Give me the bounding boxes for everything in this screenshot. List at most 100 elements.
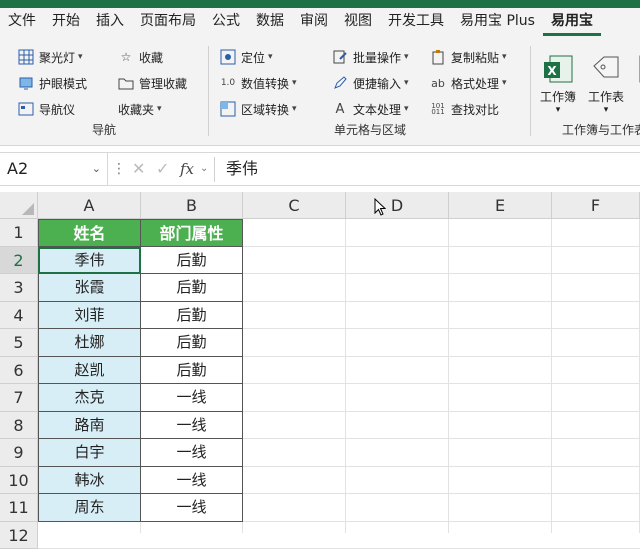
select-all-button[interactable] xyxy=(0,192,38,219)
navigator-label: 导航仪 xyxy=(39,101,75,118)
department-cell[interactable]: 后勤 xyxy=(141,357,243,385)
chevron-down-icon: ▾ xyxy=(292,78,297,88)
name-box[interactable]: A2 ⌄ xyxy=(0,153,108,186)
formula-input[interactable]: 季伟 xyxy=(226,153,258,186)
text-process-button[interactable]: A 文本处理 ▾ xyxy=(332,98,409,120)
gridline-vertical xyxy=(345,219,346,533)
name-cell[interactable]: 白宇 xyxy=(38,439,141,467)
department-cell[interactable]: 一线 xyxy=(141,494,243,522)
row-header[interactable]: 11 xyxy=(0,494,38,522)
menu-tab[interactable]: 开发工具 xyxy=(380,8,452,36)
name-cell[interactable]: 杜娜 xyxy=(38,329,141,357)
menu-tab[interactable]: 数据 xyxy=(248,8,292,36)
mouse-pointer-icon xyxy=(374,198,386,216)
locate-icon xyxy=(220,49,236,65)
department-cell[interactable]: 一线 xyxy=(141,439,243,467)
column-header-e[interactable]: E xyxy=(449,192,552,219)
ribbon-group-label: 单元格与区域 xyxy=(210,121,530,138)
row-header[interactable]: 4 xyxy=(0,302,38,330)
row-header[interactable]: 9 xyxy=(0,439,38,467)
gridline-vertical xyxy=(551,219,552,533)
row-header[interactable]: 12 xyxy=(0,522,38,549)
chevron-down-icon: ⌄ xyxy=(92,153,101,185)
row-header[interactable]: 2 xyxy=(0,247,38,275)
copy-paste-button[interactable]: 复制粘贴 ▾ xyxy=(430,46,507,68)
favorites-folder-button[interactable]: 收藏夹 ▾ xyxy=(118,98,162,120)
menu-tab[interactable]: 页面布局 xyxy=(132,8,204,36)
worksheet-button[interactable]: 工作表 ▾ xyxy=(582,46,630,115)
favorites-folder-label: 收藏夹 xyxy=(118,101,154,118)
merge-button[interactable]: 合并 xyxy=(628,46,640,105)
batch-ops-button[interactable]: 批量操作 ▾ xyxy=(332,46,409,68)
eye-care-button[interactable]: 护眼模式 xyxy=(18,72,87,94)
cancel-icon[interactable]: ✕ xyxy=(132,153,145,186)
manage-favorites-label: 管理收藏 xyxy=(139,75,187,92)
row-header[interactable]: 1 xyxy=(0,219,38,247)
confirm-icon[interactable]: ✓ xyxy=(156,153,169,186)
name-cell[interactable]: 周东 xyxy=(38,494,141,522)
department-cell[interactable]: 后勤 xyxy=(141,329,243,357)
department-cell[interactable]: 后勤 xyxy=(141,247,243,275)
menu-tab[interactable]: 公式 xyxy=(204,8,248,36)
find-compare-button[interactable]: 101011 查找对比 xyxy=(430,98,499,120)
row-header[interactable]: 5 xyxy=(0,329,38,357)
number-convert-button[interactable]: 1.0 数值转换 ▾ xyxy=(220,72,297,94)
department-cell[interactable]: 一线 xyxy=(141,467,243,495)
quick-input-button[interactable]: 便捷输入 ▾ xyxy=(332,72,409,94)
column-header-c[interactable]: C xyxy=(243,192,346,219)
navigator-button[interactable]: 导航仪 xyxy=(18,98,75,120)
row-header[interactable]: 6 xyxy=(0,357,38,385)
formula-divider xyxy=(214,157,215,182)
range-convert-button[interactable]: 区域转换 ▾ xyxy=(220,98,297,120)
more-options-icon[interactable]: ⋮ xyxy=(112,153,126,186)
chevron-down-icon: ▾ xyxy=(404,52,409,62)
menu-tab[interactable]: 审阅 xyxy=(292,8,336,36)
name-cell[interactable]: 张霞 xyxy=(38,274,141,302)
department-cell[interactable]: 一线 xyxy=(141,384,243,412)
spotlight-button[interactable]: 聚光灯 ▾ xyxy=(18,46,83,68)
locate-button[interactable]: 定位 ▾ xyxy=(220,46,273,68)
menu-tab[interactable]: 文件 xyxy=(0,8,44,36)
star-icon: ☆ xyxy=(118,49,134,65)
pencil-icon xyxy=(332,75,348,91)
column-header-a[interactable]: A xyxy=(38,192,141,219)
department-cell[interactable]: 后勤 xyxy=(141,274,243,302)
chevron-down-icon[interactable]: ⌄ xyxy=(200,153,208,186)
ribbon-group-cells: 定位 ▾ 批量操作 ▾ 复制粘贴 ▾ 1.0 数值转换 ▾ 便捷输入 xyxy=(210,42,530,142)
name-cell[interactable]: 路南 xyxy=(38,412,141,440)
menu-tab[interactable]: 开始 xyxy=(44,8,88,36)
ribbon-group-label: 工作簿与工作表 xyxy=(562,121,640,138)
workbook-button[interactable]: X 工作簿 ▾ xyxy=(534,46,582,115)
menu-tab[interactable]: 易用宝 Plus xyxy=(452,8,543,36)
select-all-icon xyxy=(22,203,34,215)
column-header-d[interactable]: D xyxy=(346,192,449,219)
row-header[interactable]: 10 xyxy=(0,467,38,495)
menu-tab[interactable]: 插入 xyxy=(88,8,132,36)
department-cell[interactable]: 一线 xyxy=(141,412,243,440)
name-cell[interactable]: 季伟 xyxy=(38,247,141,275)
format-process-button[interactable]: ab 格式处理 ▾ xyxy=(430,72,507,94)
header-cell[interactable]: 部门属性 xyxy=(141,219,243,247)
row-header[interactable]: 8 xyxy=(0,412,38,440)
range-convert-label: 区域转换 xyxy=(241,101,289,118)
name-cell[interactable]: 赵凯 xyxy=(38,357,141,385)
name-cell[interactable]: 刘菲 xyxy=(38,302,141,330)
menu-tab[interactable]: 视图 xyxy=(336,8,380,36)
column-header-f[interactable]: F xyxy=(552,192,640,219)
row-header[interactable]: 7 xyxy=(0,384,38,412)
insert-function-button[interactable]: fx xyxy=(180,153,194,186)
department-cell[interactable]: 后勤 xyxy=(141,302,243,330)
batch-ops-icon xyxy=(332,49,348,65)
menu-tab[interactable]: 易用宝 xyxy=(543,8,601,36)
svg-text:X: X xyxy=(547,64,557,78)
manage-favorites-button[interactable]: 管理收藏 xyxy=(118,72,187,94)
name-cell[interactable]: 杰克 xyxy=(38,384,141,412)
number-convert-icon: 1.0 xyxy=(220,75,236,91)
find-compare-label: 查找对比 xyxy=(451,101,499,118)
folder-icon xyxy=(118,75,134,91)
header-cell[interactable]: 姓名 xyxy=(38,219,141,247)
column-header-b[interactable]: B xyxy=(141,192,243,219)
row-header[interactable]: 3 xyxy=(0,274,38,302)
name-cell[interactable]: 韩冰 xyxy=(38,467,141,495)
favorite-button[interactable]: ☆ 收藏 xyxy=(118,46,163,68)
